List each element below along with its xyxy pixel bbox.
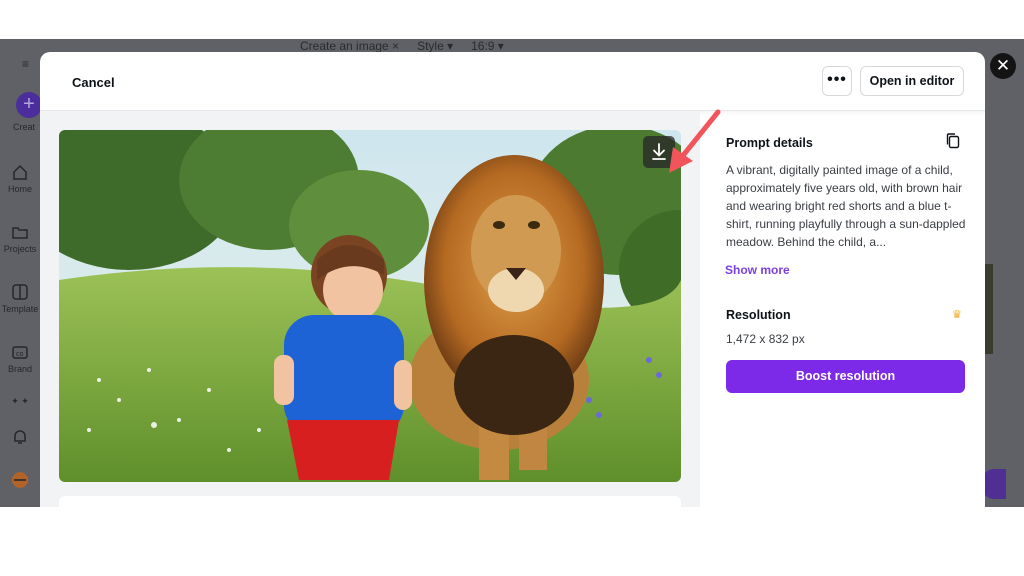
close-button[interactable]: ✕: [990, 53, 1016, 79]
bg-style-dropdown: Style ▾: [417, 39, 454, 53]
show-more-link[interactable]: Show more: [725, 263, 790, 277]
home-icon: [13, 164, 27, 180]
image-area: [40, 111, 700, 507]
folder-icon: [12, 227, 28, 239]
bg-sidebar-brand: co Brand: [0, 343, 40, 374]
bg-right-thumbnail: [985, 264, 993, 354]
apps-icon: ✦ ✦: [11, 396, 29, 406]
cancel-button[interactable]: Cancel: [72, 75, 115, 90]
crown-icon: ♛: [952, 309, 962, 321]
modal-header: Cancel ••• Open in editor: [40, 52, 985, 111]
bg-ratio-dropdown: 16:9 ▾: [471, 39, 504, 53]
bg-create-image-chip: Create an image ×: [300, 39, 400, 53]
open-in-editor-button[interactable]: Open in editor: [860, 66, 964, 96]
boost-resolution-button[interactable]: Boost resolution: [726, 360, 965, 393]
bg-sidebar-home: Home: [0, 163, 40, 194]
red-arrow-annotation: [669, 109, 721, 173]
template-icon: [12, 284, 28, 300]
image-preview-modal: Cancel ••• Open in editor Prompt details…: [40, 52, 985, 507]
background-sidebar: + Creat Home Projects Template co Brand …: [0, 39, 42, 507]
create-plus-icon: +: [16, 92, 42, 118]
avatar: [0, 471, 40, 492]
resolution-value: 1,472 x 832 px: [726, 332, 805, 346]
copy-icon[interactable]: [944, 132, 962, 150]
bg-create-label: Creat: [12, 122, 35, 132]
prompt-text: A vibrant, digitally painted image of a …: [726, 163, 966, 249]
image-info-card: [59, 496, 681, 507]
screenshot-area: ≡ Create an image × Style ▾ 16:9 ▾ + Cre…: [0, 39, 1024, 507]
background-toolbar: Create an image × Style ▾ 16:9 ▾: [300, 39, 504, 53]
bg-sidebar-projects: Projects: [0, 223, 40, 254]
generated-image[interactable]: [59, 130, 681, 482]
brand-icon: co: [12, 346, 28, 359]
bg-sidebar-templates: Template: [0, 283, 40, 314]
prompt-details-heading: Prompt details: [726, 136, 813, 150]
bg-help-bubble: [982, 469, 1006, 499]
bell-icon: [0, 428, 40, 449]
generated-image-art: [59, 130, 681, 482]
svg-text:co: co: [16, 351, 24, 358]
resolution-heading: Resolution: [726, 308, 791, 322]
more-options-button[interactable]: •••: [822, 66, 852, 96]
